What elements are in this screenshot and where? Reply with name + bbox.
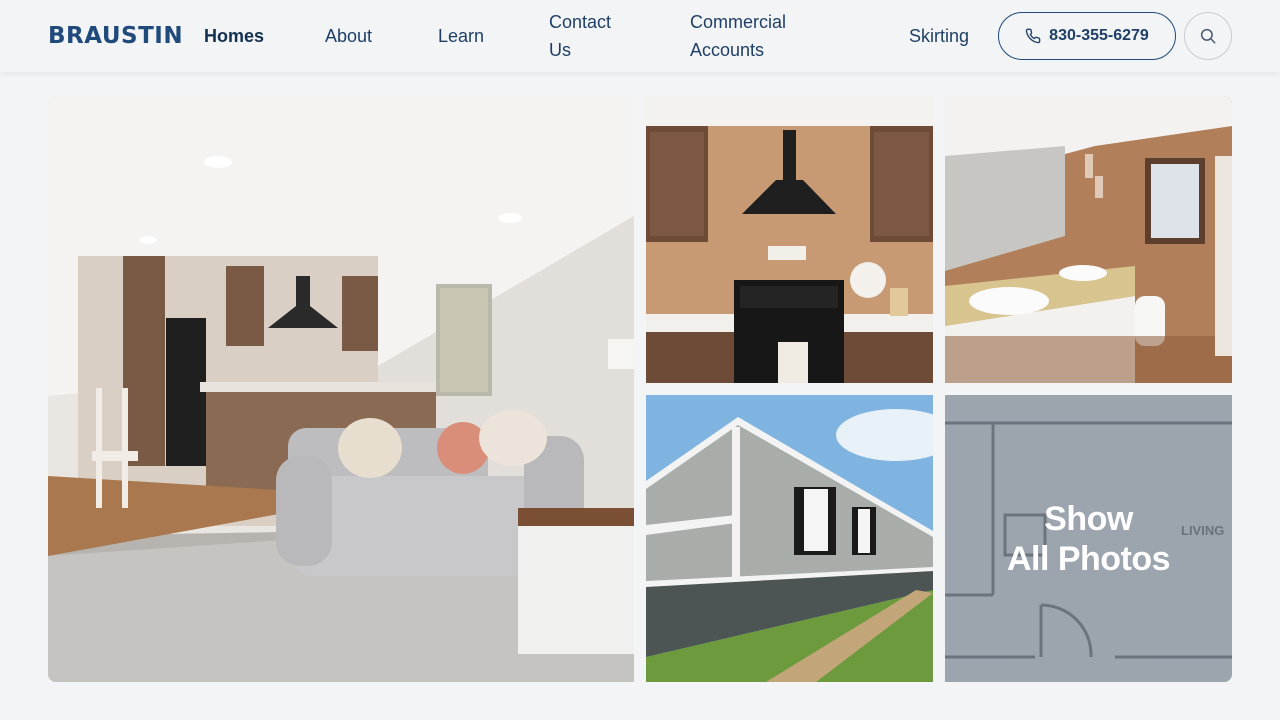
floorplan-photo[interactable]: LIVING Show All Photos xyxy=(945,395,1232,682)
phone-number: 830-355-6279 xyxy=(1049,27,1149,44)
nav-about[interactable]: About xyxy=(325,22,372,50)
site-header: BRAUSTIN Homes About Learn Contact Us Co… xyxy=(0,0,1280,72)
nav-commercial-accounts[interactable]: Commercial Accounts xyxy=(690,8,786,64)
search-icon xyxy=(1200,28,1216,44)
phone-icon xyxy=(1025,28,1041,44)
nav-contact-us-line1: Contact xyxy=(549,12,612,32)
search-button[interactable] xyxy=(1184,12,1232,60)
nav-skirting[interactable]: Skirting xyxy=(909,22,969,50)
nav-commercial-line2: Accounts xyxy=(690,40,765,60)
nav-contact-us-line2: Us xyxy=(549,40,571,60)
show-all-line1: Show xyxy=(1044,499,1133,538)
exterior-photo[interactable] xyxy=(646,395,933,682)
bathroom-photo[interactable] xyxy=(945,96,1232,383)
show-all-line2: All Photos xyxy=(1006,539,1171,578)
nav-learn[interactable]: Learn xyxy=(438,22,484,50)
nav-commercial-line1: Commercial xyxy=(690,12,787,32)
brand-logo[interactable]: BRAUSTIN xyxy=(48,22,183,50)
phone-button[interactable]: 830-355-6279 xyxy=(998,12,1176,60)
living-room-photo[interactable] xyxy=(48,96,634,682)
show-all-photos-button[interactable]: Show All Photos xyxy=(945,395,1232,682)
kitchen-photo[interactable] xyxy=(646,96,933,383)
nav-contact-us[interactable]: Contact Us xyxy=(549,8,611,64)
nav-homes[interactable]: Homes xyxy=(204,22,264,50)
